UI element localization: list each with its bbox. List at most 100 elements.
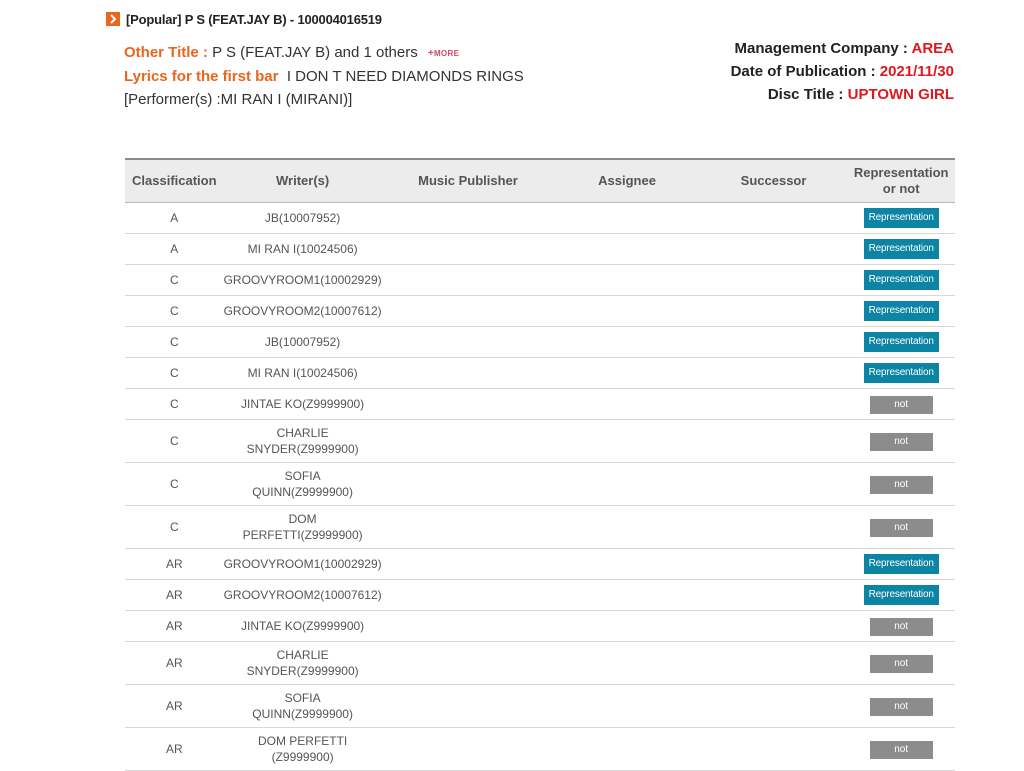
representation-badge[interactable]: Representation <box>863 239 939 259</box>
successor-cell <box>699 610 848 642</box>
header-assignee: Assignee <box>554 158 700 203</box>
table-row: C JINTAE KO(Z9999900) not <box>125 388 955 420</box>
writer-name: MI RAN I(10024506) <box>247 366 358 380</box>
more-label: MORE <box>434 48 460 58</box>
table-row: C GROOVYROOM2(10007612) Representation <box>125 295 955 327</box>
classification-cell: AR <box>125 610 224 642</box>
successor-cell <box>699 462 848 506</box>
representation-cell: Representation <box>847 202 955 234</box>
publisher-cell <box>381 295 555 327</box>
lyrics-value: I DON T NEED DIAMONDS RINGS <box>286 67 524 85</box>
writer-name: JINTAE KO(Z9999900) <box>241 619 365 633</box>
assignee-cell <box>554 462 700 506</box>
assignee-cell <box>554 357 700 389</box>
classification-cell: C <box>125 264 224 296</box>
assignee-cell <box>554 579 700 611</box>
assignee-cell <box>554 202 700 234</box>
representation-cell: not <box>847 388 955 420</box>
representation-badge[interactable]: Representation <box>863 301 939 321</box>
publisher-cell <box>381 233 555 265</box>
representation-badge[interactable]: Representation <box>863 332 939 352</box>
representation-cell: Representation <box>847 326 955 358</box>
not-badge[interactable]: not <box>869 475 933 494</box>
writer-cell: DOM PERFETTI (Z9999900) <box>223 727 382 771</box>
table-row: C DOM PERFETTI(Z9999900) not <box>125 505 955 549</box>
writer-cell: GROOVYROOM2(10007612) <box>223 295 382 327</box>
table-row: AR JINTAE KO(Z9999900) not <box>125 610 955 642</box>
classification-cell: A <box>125 233 224 265</box>
disc-value: UPTOWN GIRL <box>847 86 954 103</box>
management-label: Management Company : <box>734 40 908 57</box>
not-badge[interactable]: not <box>869 432 933 451</box>
publisher-cell <box>381 326 555 358</box>
not-badge[interactable]: not <box>869 697 933 716</box>
classification-cell: C <box>125 326 224 358</box>
header-representation-line1: Representation <box>853 165 949 180</box>
table-header-row: Classification Writer(s) Music Publisher… <box>125 158 955 203</box>
classification-cell: AR <box>125 548 224 580</box>
publisher-cell <box>381 202 555 234</box>
not-badge[interactable]: not <box>869 654 933 673</box>
writer-name: SOFIA <box>284 469 321 483</box>
representation-badge[interactable]: Representation <box>863 554 939 574</box>
publisher-cell <box>381 727 555 771</box>
table-row: C CHARLIE SNYDER(Z9999900) not <box>125 419 955 463</box>
writer-name: MI RAN I(10024506) <box>247 242 358 256</box>
successor-cell <box>699 419 848 463</box>
writer-name-cont: (Z9999900) <box>271 750 334 764</box>
representation-badge[interactable]: Representation <box>863 363 939 383</box>
not-badge[interactable]: not <box>869 617 933 636</box>
representation-cell: Representation <box>847 233 955 265</box>
representation-cell: Representation <box>847 264 955 296</box>
not-badge[interactable]: not <box>869 395 933 414</box>
title-separator: - <box>289 11 295 27</box>
table-row: A MI RAN I(10024506) Representation <box>125 233 955 265</box>
assignee-cell <box>554 727 700 771</box>
assignee-cell <box>554 326 700 358</box>
successor-cell <box>699 505 848 549</box>
lyrics-line: Lyrics for the first bar I DON T NEED DI… <box>124 65 524 88</box>
writer-name: GROOVYROOM2(10007612) <box>223 304 382 318</box>
writer-name: SOFIA <box>284 691 321 705</box>
table-row: C MI RAN I(10024506) Representation <box>125 357 955 389</box>
representation-cell: not <box>847 505 955 549</box>
assignee-cell <box>554 295 700 327</box>
more-link[interactable]: +MORE <box>428 48 460 59</box>
writer-cell: JINTAE KO(Z9999900) <box>223 610 382 642</box>
not-badge[interactable]: not <box>869 740 933 759</box>
writer-name: JINTAE KO(Z9999900) <box>241 397 365 411</box>
successor-cell <box>699 579 848 611</box>
classification-cell: AR <box>125 684 224 728</box>
writer-cell: CHARLIE SNYDER(Z9999900) <box>223 641 382 685</box>
successor-cell <box>699 548 848 580</box>
representation-cell: not <box>847 641 955 685</box>
assignee-cell <box>554 684 700 728</box>
publisher-cell <box>381 548 555 580</box>
disc-line: Disc Title : UPTOWN GIRL <box>731 83 954 106</box>
representation-cell: Representation <box>847 357 955 389</box>
publisher-cell <box>381 388 555 420</box>
representation-badge[interactable]: Representation <box>863 208 939 228</box>
publisher-cell <box>381 419 555 463</box>
lyrics-label: Lyrics for the first bar <box>124 67 279 85</box>
header-representation-line2: or not <box>882 181 920 196</box>
writer-name-cont: QUINN(Z9999900) <box>252 707 353 721</box>
classification-cell: C <box>125 419 224 463</box>
table-row: AR SOFIA QUINN(Z9999900) not <box>125 684 955 728</box>
writer-name: DOM PERFETTI <box>257 734 348 748</box>
not-badge[interactable]: not <box>869 518 933 537</box>
classification-cell: C <box>125 388 224 420</box>
writer-name-cont: SNYDER(Z9999900) <box>246 664 359 678</box>
writer-name: CHARLIE <box>276 426 329 440</box>
rights-table: Classification Writer(s) Music Publisher… <box>125 158 955 771</box>
song-title-row: [Popular] P S (FEAT.JAY B) - 10000401651… <box>106 10 382 28</box>
representation-badge[interactable]: Representation <box>863 270 939 290</box>
header-writers: Writer(s) <box>223 158 382 203</box>
representation-cell: Representation <box>847 579 955 611</box>
publisher-cell <box>381 357 555 389</box>
classification-cell: AR <box>125 727 224 771</box>
representation-badge[interactable]: Representation <box>863 585 939 605</box>
table-row: C SOFIA QUINN(Z9999900) not <box>125 462 955 506</box>
publisher-cell <box>381 684 555 728</box>
assignee-cell <box>554 610 700 642</box>
